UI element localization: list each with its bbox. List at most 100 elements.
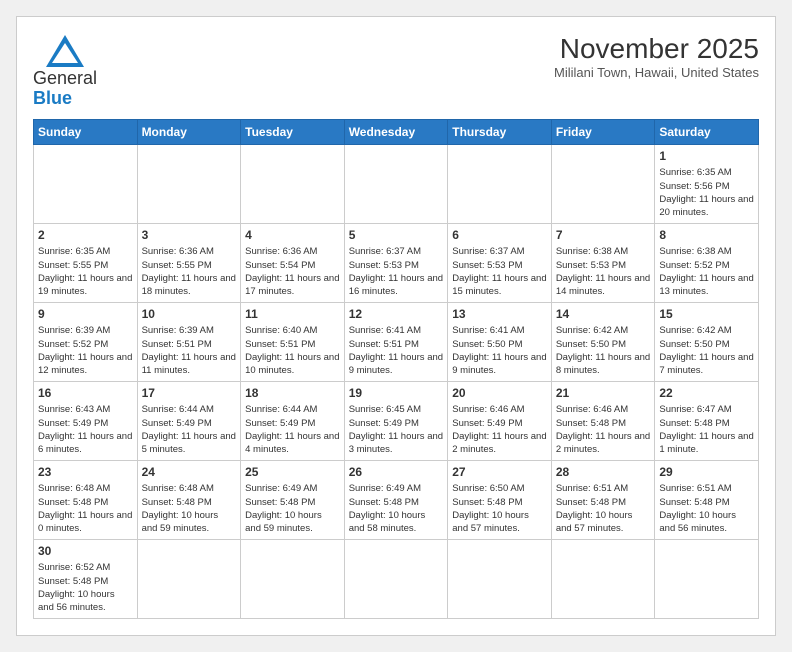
logo-icon xyxy=(44,33,86,69)
calendar-cell xyxy=(241,539,345,618)
day-number: 19 xyxy=(349,385,444,402)
day-info: Sunrise: 6:46 AM Sunset: 5:48 PM Dayligh… xyxy=(556,403,651,456)
weekday-header-row: SundayMondayTuesdayWednesdayThursdayFrid… xyxy=(34,119,759,144)
day-number: 16 xyxy=(38,385,133,402)
calendar-cell: 29Sunrise: 6:51 AM Sunset: 5:48 PM Dayli… xyxy=(655,460,759,539)
day-info: Sunrise: 6:37 AM Sunset: 5:53 PM Dayligh… xyxy=(349,245,444,298)
page: General Blue November 2025 Mililani Town… xyxy=(16,16,776,636)
calendar-cell: 6Sunrise: 6:37 AM Sunset: 5:53 PM Daylig… xyxy=(448,223,552,302)
calendar-cell xyxy=(241,144,345,223)
calendar-week-row: 1Sunrise: 6:35 AM Sunset: 5:56 PM Daylig… xyxy=(34,144,759,223)
day-number: 6 xyxy=(452,227,547,244)
day-info: Sunrise: 6:50 AM Sunset: 5:48 PM Dayligh… xyxy=(452,482,547,535)
day-info: Sunrise: 6:47 AM Sunset: 5:48 PM Dayligh… xyxy=(659,403,754,456)
calendar-cell: 8Sunrise: 6:38 AM Sunset: 5:52 PM Daylig… xyxy=(655,223,759,302)
day-info: Sunrise: 6:42 AM Sunset: 5:50 PM Dayligh… xyxy=(556,324,651,377)
day-info: Sunrise: 6:36 AM Sunset: 5:54 PM Dayligh… xyxy=(245,245,340,298)
calendar-cell: 14Sunrise: 6:42 AM Sunset: 5:50 PM Dayli… xyxy=(551,302,655,381)
day-number: 14 xyxy=(556,306,651,323)
calendar-cell xyxy=(448,144,552,223)
calendar-cell: 9Sunrise: 6:39 AM Sunset: 5:52 PM Daylig… xyxy=(34,302,138,381)
calendar-table: SundayMondayTuesdayWednesdayThursdayFrid… xyxy=(33,119,759,619)
calendar-cell xyxy=(551,144,655,223)
day-number: 7 xyxy=(556,227,651,244)
calendar-cell: 18Sunrise: 6:44 AM Sunset: 5:49 PM Dayli… xyxy=(241,381,345,460)
calendar-cell: 5Sunrise: 6:37 AM Sunset: 5:53 PM Daylig… xyxy=(344,223,448,302)
day-number: 22 xyxy=(659,385,754,402)
calendar-cell xyxy=(344,144,448,223)
weekday-header: Saturday xyxy=(655,119,759,144)
calendar-cell: 13Sunrise: 6:41 AM Sunset: 5:50 PM Dayli… xyxy=(448,302,552,381)
calendar-cell: 25Sunrise: 6:49 AM Sunset: 5:48 PM Dayli… xyxy=(241,460,345,539)
day-info: Sunrise: 6:49 AM Sunset: 5:48 PM Dayligh… xyxy=(349,482,444,535)
day-number: 5 xyxy=(349,227,444,244)
day-number: 8 xyxy=(659,227,754,244)
day-info: Sunrise: 6:45 AM Sunset: 5:49 PM Dayligh… xyxy=(349,403,444,456)
calendar-cell: 11Sunrise: 6:40 AM Sunset: 5:51 PM Dayli… xyxy=(241,302,345,381)
day-info: Sunrise: 6:48 AM Sunset: 5:48 PM Dayligh… xyxy=(142,482,237,535)
calendar-cell xyxy=(137,144,241,223)
calendar-cell: 22Sunrise: 6:47 AM Sunset: 5:48 PM Dayli… xyxy=(655,381,759,460)
calendar-cell: 21Sunrise: 6:46 AM Sunset: 5:48 PM Dayli… xyxy=(551,381,655,460)
day-info: Sunrise: 6:35 AM Sunset: 5:55 PM Dayligh… xyxy=(38,245,133,298)
day-number: 30 xyxy=(38,543,133,560)
day-info: Sunrise: 6:43 AM Sunset: 5:49 PM Dayligh… xyxy=(38,403,133,456)
calendar-cell: 4Sunrise: 6:36 AM Sunset: 5:54 PM Daylig… xyxy=(241,223,345,302)
calendar-cell: 27Sunrise: 6:50 AM Sunset: 5:48 PM Dayli… xyxy=(448,460,552,539)
weekday-header: Thursday xyxy=(448,119,552,144)
calendar-cell: 26Sunrise: 6:49 AM Sunset: 5:48 PM Dayli… xyxy=(344,460,448,539)
day-info: Sunrise: 6:40 AM Sunset: 5:51 PM Dayligh… xyxy=(245,324,340,377)
calendar-cell: 20Sunrise: 6:46 AM Sunset: 5:49 PM Dayli… xyxy=(448,381,552,460)
calendar-cell: 24Sunrise: 6:48 AM Sunset: 5:48 PM Dayli… xyxy=(137,460,241,539)
day-info: Sunrise: 6:48 AM Sunset: 5:48 PM Dayligh… xyxy=(38,482,133,535)
day-number: 11 xyxy=(245,306,340,323)
day-info: Sunrise: 6:51 AM Sunset: 5:48 PM Dayligh… xyxy=(556,482,651,535)
calendar-cell: 15Sunrise: 6:42 AM Sunset: 5:50 PM Dayli… xyxy=(655,302,759,381)
day-number: 15 xyxy=(659,306,754,323)
logo-line1: General xyxy=(33,69,97,89)
day-number: 13 xyxy=(452,306,547,323)
calendar-cell: 12Sunrise: 6:41 AM Sunset: 5:51 PM Dayli… xyxy=(344,302,448,381)
day-number: 12 xyxy=(349,306,444,323)
calendar-cell: 3Sunrise: 6:36 AM Sunset: 5:55 PM Daylig… xyxy=(137,223,241,302)
calendar-cell xyxy=(448,539,552,618)
calendar-week-row: 2Sunrise: 6:35 AM Sunset: 5:55 PM Daylig… xyxy=(34,223,759,302)
calendar-week-row: 9Sunrise: 6:39 AM Sunset: 5:52 PM Daylig… xyxy=(34,302,759,381)
month-year: November 2025 xyxy=(554,33,759,65)
calendar-cell: 17Sunrise: 6:44 AM Sunset: 5:49 PM Dayli… xyxy=(137,381,241,460)
weekday-header: Tuesday xyxy=(241,119,345,144)
day-number: 25 xyxy=(245,464,340,481)
day-number: 18 xyxy=(245,385,340,402)
day-number: 1 xyxy=(659,148,754,165)
logo-text: General Blue xyxy=(33,69,97,109)
calendar-cell: 16Sunrise: 6:43 AM Sunset: 5:49 PM Dayli… xyxy=(34,381,138,460)
day-number: 23 xyxy=(38,464,133,481)
calendar-cell xyxy=(551,539,655,618)
day-info: Sunrise: 6:38 AM Sunset: 5:52 PM Dayligh… xyxy=(659,245,754,298)
day-number: 3 xyxy=(142,227,237,244)
weekday-header: Friday xyxy=(551,119,655,144)
title-section: November 2025 Mililani Town, Hawaii, Uni… xyxy=(554,33,759,80)
calendar-week-row: 23Sunrise: 6:48 AM Sunset: 5:48 PM Dayli… xyxy=(34,460,759,539)
day-number: 28 xyxy=(556,464,651,481)
day-info: Sunrise: 6:39 AM Sunset: 5:51 PM Dayligh… xyxy=(142,324,237,377)
weekday-header: Monday xyxy=(137,119,241,144)
day-info: Sunrise: 6:39 AM Sunset: 5:52 PM Dayligh… xyxy=(38,324,133,377)
weekday-header: Sunday xyxy=(34,119,138,144)
calendar-cell: 28Sunrise: 6:51 AM Sunset: 5:48 PM Dayli… xyxy=(551,460,655,539)
day-info: Sunrise: 6:52 AM Sunset: 5:48 PM Dayligh… xyxy=(38,561,133,614)
day-number: 2 xyxy=(38,227,133,244)
calendar-week-row: 30Sunrise: 6:52 AM Sunset: 5:48 PM Dayli… xyxy=(34,539,759,618)
day-info: Sunrise: 6:49 AM Sunset: 5:48 PM Dayligh… xyxy=(245,482,340,535)
calendar-cell: 10Sunrise: 6:39 AM Sunset: 5:51 PM Dayli… xyxy=(137,302,241,381)
day-info: Sunrise: 6:46 AM Sunset: 5:49 PM Dayligh… xyxy=(452,403,547,456)
calendar-cell xyxy=(34,144,138,223)
calendar-cell: 30Sunrise: 6:52 AM Sunset: 5:48 PM Dayli… xyxy=(34,539,138,618)
calendar-cell: 1Sunrise: 6:35 AM Sunset: 5:56 PM Daylig… xyxy=(655,144,759,223)
calendar-cell xyxy=(137,539,241,618)
day-info: Sunrise: 6:44 AM Sunset: 5:49 PM Dayligh… xyxy=(245,403,340,456)
day-info: Sunrise: 6:38 AM Sunset: 5:53 PM Dayligh… xyxy=(556,245,651,298)
day-number: 21 xyxy=(556,385,651,402)
logo-line2: Blue xyxy=(33,89,97,109)
day-info: Sunrise: 6:35 AM Sunset: 5:56 PM Dayligh… xyxy=(659,166,754,219)
